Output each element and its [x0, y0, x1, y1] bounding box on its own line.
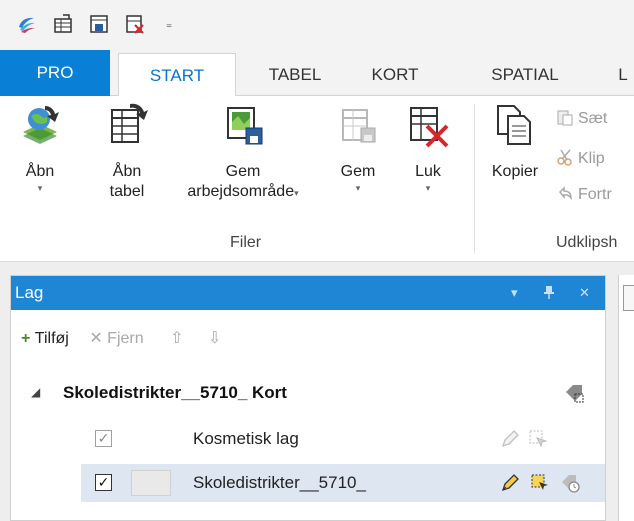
gem-dropdown-arrow: ▾ [355, 183, 361, 193]
tab-tabel[interactable]: TABEL [250, 53, 340, 96]
lag-pane-title: Lag [15, 283, 44, 302]
tab-pro[interactable]: PRO [0, 50, 110, 96]
app-logo-icon[interactable] [16, 13, 38, 35]
filer-group-label: Filer [230, 234, 262, 251]
map-selection-icon[interactable] [563, 382, 585, 404]
abn-tabel-label-2: tabel [109, 183, 145, 200]
lag-pane: Lag ▾ ✕ + Tilføj ✕ Fjern ⇧ ⇩ ◢ Skoledist… [10, 275, 606, 521]
remove-layer-button[interactable]: ✕ Fjern [89, 328, 143, 348]
klip-label: Klip [578, 150, 605, 167]
abn-dropdown-arrow: ▾ [37, 183, 43, 193]
edit-pencil-icon[interactable] [499, 428, 521, 450]
lag-pane-header: Lag ▾ ✕ [11, 276, 605, 310]
add-layer-label: Tilføj [34, 330, 69, 347]
fortryd-button[interactable]: Fortr [556, 184, 612, 204]
layer-label: Kosmetisk lag [193, 429, 299, 448]
tab-kort[interactable]: KORT [350, 53, 440, 96]
edit-pencil-icon[interactable] [499, 472, 521, 494]
gem-arbejdsomraade-dropdown-arrow: ▾ [294, 188, 299, 198]
gem-button[interactable]: Gem ▾ [330, 102, 386, 194]
new-project-icon[interactable] [52, 13, 74, 35]
saet-label: Sæt [578, 110, 608, 127]
selectable-icon[interactable] [527, 428, 549, 450]
save-project-icon[interactable] [88, 13, 110, 35]
pane-options-chevron-icon[interactable]: ▾ [511, 276, 518, 310]
abn-label: Åbn [25, 163, 55, 180]
abn-button[interactable]: Åbn ▾ [10, 102, 70, 194]
fortryd-label: Fortr [578, 186, 612, 203]
close-pane-icon[interactable]: ✕ [579, 276, 590, 310]
tab-l[interactable]: L [612, 53, 634, 96]
gem-label: Gem [340, 163, 376, 180]
x-icon: ✕ [89, 330, 103, 347]
tab-spatial[interactable]: SPATIAL [470, 53, 580, 96]
layer-symbol-swatch[interactable] [131, 470, 171, 496]
klip-button[interactable]: Klip [556, 148, 605, 168]
selectable-icon[interactable] [529, 472, 551, 494]
group-separator [474, 104, 475, 254]
layer-visibility-checkbox[interactable]: ✓ [95, 474, 112, 491]
kopier-button[interactable]: Kopier [482, 102, 548, 182]
ribbon-tabs: PRO START TABEL KORT SPATIAL L [0, 50, 634, 100]
luk-dropdown-arrow: ▾ [425, 183, 431, 193]
open-table-icon [104, 102, 150, 148]
move-up-icon[interactable]: ⇧ [170, 328, 183, 348]
copy-icon [492, 102, 538, 148]
layer-label: Skoledistrikter__5710_ [193, 473, 366, 492]
collapse-triangle-icon[interactable]: ◢ [31, 385, 40, 399]
abn-tabel-button[interactable]: Åbn tabel [92, 102, 162, 202]
layer-visibility-checkbox[interactable]: ✓ [95, 430, 112, 447]
abn-tabel-label-1: Åbn [112, 163, 142, 180]
save-table-icon [335, 102, 381, 148]
close-project-icon[interactable] [124, 13, 146, 35]
open-map-icon [17, 102, 63, 148]
snapping-icon[interactable] [559, 472, 581, 494]
gem-arbejdsomraade-button[interactable]: Gem arbejdsområde▾ [158, 102, 328, 202]
undo-icon [556, 184, 574, 202]
gem-arbejdsomraade-label-2: arbejdsområde [187, 183, 295, 200]
layer-row-selected[interactable]: ✓ Skoledistrikter__5710_ [81, 464, 605, 502]
luk-button[interactable]: Luk ▾ [398, 102, 458, 194]
adjacent-pane-tab[interactable] [623, 285, 634, 311]
kopier-label: Kopier [491, 163, 539, 180]
close-table-icon [405, 102, 451, 148]
quick-access-toolbar: ₌ [0, 0, 634, 50]
scissors-icon [556, 148, 574, 166]
layer-row[interactable]: ✓ Kosmetisk lag [81, 420, 605, 458]
gem-arbejdsomraade-label-1: Gem [225, 163, 261, 180]
paste-icon [556, 108, 574, 126]
tab-start[interactable]: START [118, 53, 236, 100]
lag-toolbar: + Tilføj ✕ Fjern ⇧ ⇩ [21, 328, 221, 348]
udklipsholder-group-label: Udklipsh [556, 234, 618, 251]
adjacent-pane-edge [618, 275, 634, 521]
saet-ind-button[interactable]: Sæt [556, 108, 607, 128]
map-name: Skoledistrikter__5710_ Kort [63, 383, 287, 402]
ribbon-start: Åbn ▾ Åbn tabel Gem arbejdsområde▾ Gem ▾… [0, 96, 634, 262]
pin-icon[interactable] [543, 276, 555, 310]
map-tree-node[interactable]: ◢ Skoledistrikter__5710_ Kort [11, 376, 605, 410]
save-workspace-icon [220, 102, 266, 148]
remove-layer-label: Fjern [107, 330, 144, 347]
add-layer-button[interactable]: + Tilføj [21, 330, 69, 348]
customize-qat-chevron-icon[interactable]: ₌ [158, 13, 180, 35]
luk-label: Luk [415, 163, 441, 180]
plus-icon: + [21, 330, 31, 347]
move-down-icon[interactable]: ⇩ [208, 328, 221, 348]
